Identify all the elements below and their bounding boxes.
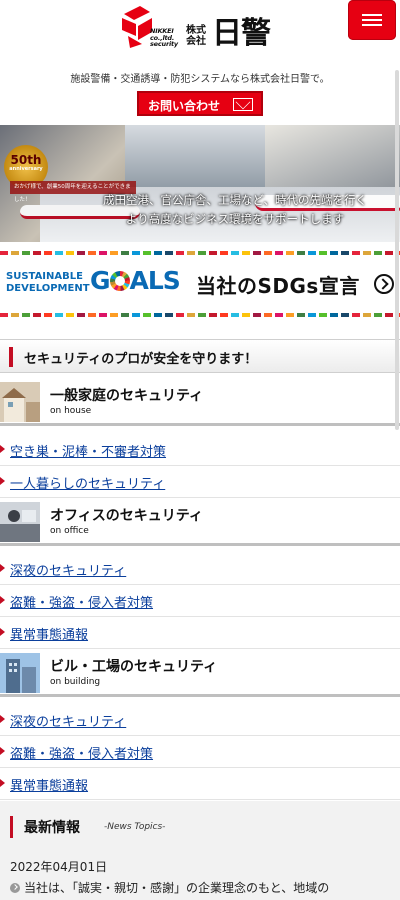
list-item[interactable]: 深夜のセキュリティ	[0, 704, 400, 736]
sdgs-declaration-title: 当社のSDGs宣言	[196, 274, 360, 298]
category-house[interactable]: 一般家庭のセキュリティ on house	[0, 380, 400, 426]
security-link[interactable]: 盗難・強盗・侵入者対策	[10, 743, 153, 762]
security-link[interactable]: 深夜のセキュリティ	[10, 560, 126, 579]
triangle-right-icon	[0, 779, 5, 787]
site-header: NIKKEI co.,ltd. security 株式会社 日警 施設警備・交通…	[0, 0, 400, 125]
list-item[interactable]: 異常事態通報	[0, 768, 400, 800]
list-item[interactable]: 盗難・強盗・侵入者対策	[0, 585, 400, 617]
list-item[interactable]: 深夜のセキュリティ	[0, 553, 400, 585]
company-logo[interactable]: NIKKEI co.,ltd. security 株式会社 日警	[120, 6, 280, 52]
sdgs-banner[interactable]: SUSTAINABLE DEVELOPMENT G ALS 当社のSDGs宣言	[0, 258, 400, 310]
hero-banner: 50th anniversary おかげ様で、創業50周年を迎えることができまし…	[0, 125, 400, 242]
sdgs-goals-logo: G ALS	[90, 266, 181, 295]
security-link[interactable]: 異常事態通報	[10, 775, 88, 794]
list-item[interactable]: 異常事態通報	[0, 617, 400, 649]
hero-text: 成田空港、官公庁舎、工場など、時代の先端を行く より高度なビジネス環境をサポート…	[103, 193, 367, 226]
building-thumbnail-image	[0, 653, 40, 693]
category-building[interactable]: ビル・工場のセキュリティ on building	[0, 651, 400, 697]
menu-button[interactable]	[348, 0, 396, 40]
security-link[interactable]: 異常事態通報	[10, 624, 88, 643]
list-item[interactable]: 盗難・強盗・侵入者対策	[0, 736, 400, 768]
scrollbar[interactable]	[395, 70, 399, 430]
office-thumbnail-image	[0, 502, 40, 542]
triangle-right-icon	[0, 596, 5, 604]
news-item[interactable]: 当社は、「誠実・親切・感謝」の企業理念のもと、地域の	[10, 879, 395, 896]
contact-button[interactable]: お問い合わせ	[137, 91, 263, 116]
security-link[interactable]: 盗難・強盗・侵入者対策	[10, 592, 153, 611]
logo-company-name: 日警	[212, 16, 271, 51]
triangle-right-icon	[0, 564, 5, 572]
security-link[interactable]: 一人暮らしのセキュリティ	[10, 473, 165, 492]
news-date: 2022年04月01日	[10, 860, 108, 874]
triangle-right-icon	[0, 445, 5, 453]
sdg-wheel-icon	[109, 271, 130, 291]
sdg-color-strip	[0, 313, 400, 317]
security-link[interactable]: 空き巣・泥棒・不審者対策	[10, 441, 166, 460]
category-office[interactable]: オフィスのセキュリティ on office	[0, 500, 400, 546]
list-item[interactable]: 空き巣・泥棒・不審者対策	[0, 434, 400, 466]
security-link[interactable]: 深夜のセキュリティ	[10, 711, 126, 730]
triangle-right-icon	[0, 477, 5, 485]
security-section-heading: セキュリティのプロが安全を守ります！	[0, 339, 400, 373]
sdgs-sustainable-text: SUSTAINABLE DEVELOPMENT	[6, 271, 90, 294]
arrow-circle-icon	[10, 883, 20, 893]
list-item[interactable]: 一人暮らしのセキュリティ	[0, 466, 400, 498]
triangle-right-icon	[0, 715, 5, 723]
tagline: 施設警備・交通誘導・防犯システムなら株式会社日警で。	[70, 74, 330, 85]
hamburger-icon	[362, 14, 382, 16]
mail-icon	[233, 98, 253, 111]
triangle-right-icon	[0, 747, 5, 755]
chevron-right-circle-icon[interactable]	[374, 274, 394, 294]
contact-button-label: お問い合わせ	[148, 99, 221, 113]
logo-english-text: NIKKEI co.,ltd. security	[150, 27, 178, 48]
house-thumbnail-image	[0, 382, 40, 422]
logo-kabushikigaisha: 株式会社	[186, 25, 206, 47]
triangle-right-icon	[0, 628, 5, 636]
sdg-color-strip	[0, 251, 400, 255]
